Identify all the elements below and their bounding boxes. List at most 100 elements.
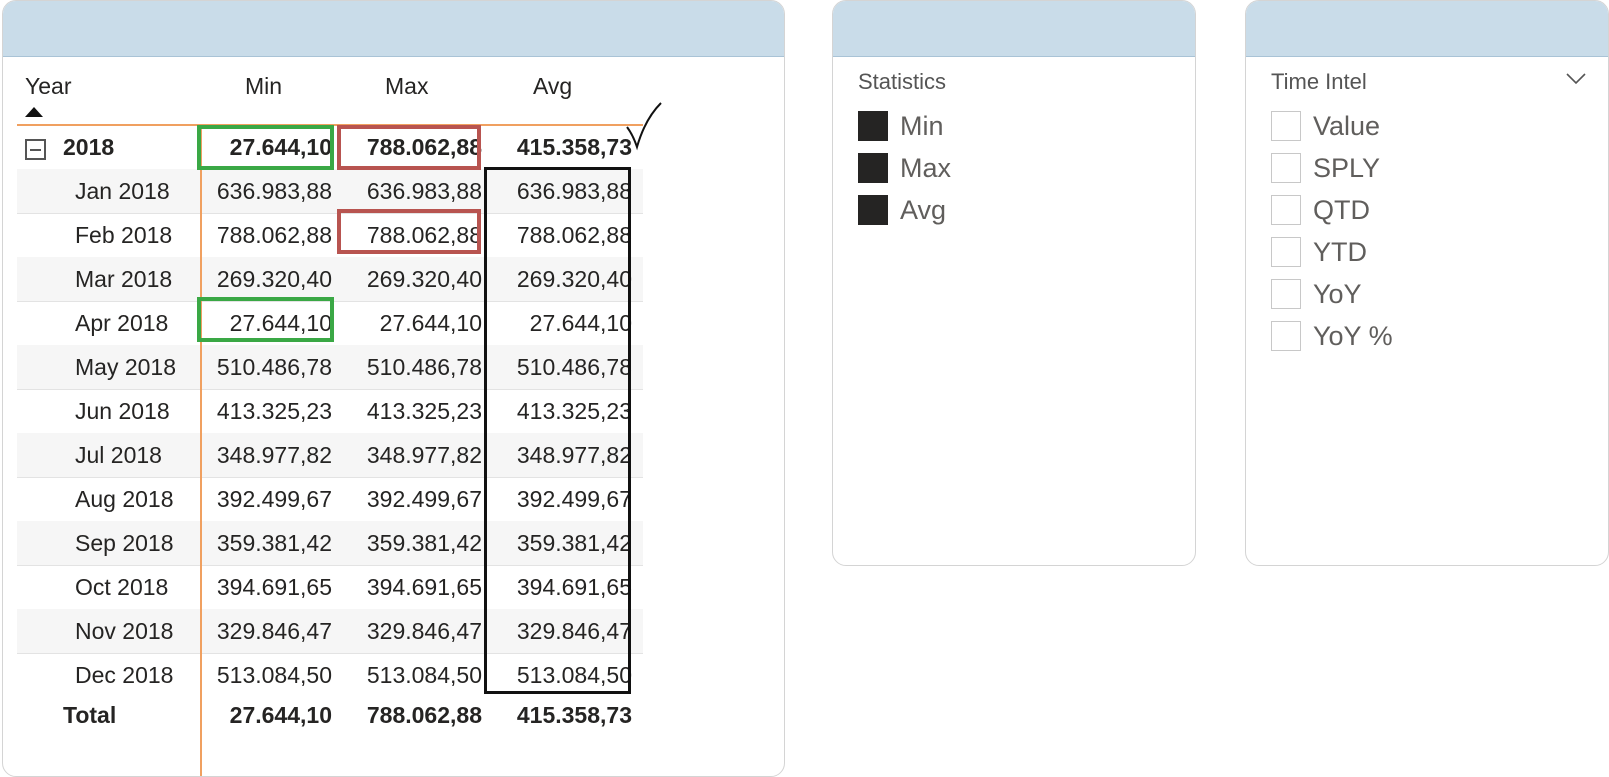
slicer-item-max[interactable]: Max [858,147,951,189]
table-row: Mar 2018 269.320,40 269.320,40 269.320,4… [17,257,643,302]
cell-min: 788.062,88 [216,222,332,248]
slicer-item-yoy-pct[interactable]: YoY % [1271,315,1393,357]
cell-min: 510.486,78 [216,354,332,380]
row-label: May 2018 [75,354,177,380]
chevron-down-icon[interactable] [1566,73,1586,85]
total-row: Total 27.644,10 788.062,88 415.358,73 [17,693,643,738]
slicer-item-sply[interactable]: SPLY [1271,147,1393,189]
cell-min: 329.846,47 [216,618,332,644]
checkbox-unchecked-icon[interactable] [1271,279,1301,309]
checkbox-checked-icon[interactable] [858,111,888,141]
table-row: Oct 2018 394.691,65 394.691,65 394.691,6… [17,565,643,610]
slicer-item-label: YoY % [1313,320,1393,351]
cell-min: 27.644,10 [229,702,332,728]
checkbox-unchecked-icon[interactable] [1271,321,1301,351]
cell-max: 329.846,47 [366,618,482,644]
table-row: Sep 2018 359.381,42 359.381,42 359.381,4… [17,521,643,566]
checkmark-icon [626,102,662,151]
cell-min: 636.983,88 [216,178,332,204]
cell-avg: 413.325,23 [516,398,632,424]
cell-min: 269.320,40 [216,266,332,292]
collapse-icon[interactable] [25,139,46,160]
slicer-item-qtd[interactable]: QTD [1271,189,1393,231]
cell-max: 359.381,42 [366,530,482,556]
matrix-visual: Year Min Max Avg 2018 27.644,10 788.062,… [2,0,785,777]
slicer-item-label: QTD [1313,194,1370,225]
slicer-header-bar [1246,1,1608,57]
cell-avg: 359.381,42 [516,530,632,556]
checkbox-checked-icon[interactable] [858,195,888,225]
cell-avg: 348.977,82 [516,442,632,468]
slicer-title: Time Intel [1271,69,1367,94]
matrix-header-bar [3,1,784,57]
slicer-header-bar [833,1,1195,57]
cell-avg: 513.084,50 [516,662,632,688]
checkbox-unchecked-icon[interactable] [1271,111,1301,141]
slicer-item-yoy[interactable]: YoY [1271,273,1393,315]
cell-avg: 27.644,10 [529,310,632,336]
slicer-item-value[interactable]: Value [1271,105,1393,147]
row-label: Mar 2018 [75,266,173,292]
table-row: Jul 2018 348.977,82 348.977,82 348.977,8… [17,433,643,478]
column-header-avg[interactable]: Avg [533,73,572,100]
cell-max: 348.977,82 [366,442,482,468]
slicer-item-label: YTD [1313,236,1367,267]
cell-avg: 415.358,73 [516,134,632,160]
checkbox-unchecked-icon[interactable] [1271,237,1301,267]
table-row: Nov 2018 329.846,47 329.846,47 329.846,4… [17,609,643,654]
row-label: Oct 2018 [75,574,169,600]
slicer-item-label: Min [900,110,944,141]
cell-min: 392.499,67 [216,486,332,512]
cell-min: 348.977,82 [216,442,332,468]
row-header-divider [200,124,202,776]
cell-max: 510.486,78 [366,354,482,380]
cell-max: 788.062,88 [366,134,482,160]
cell-min: 413.325,23 [216,398,332,424]
cell-avg: 510.486,78 [516,354,632,380]
cell-max: 788.062,88 [366,702,482,728]
cell-max: 788.062,88 [366,222,482,248]
cell-avg: 269.320,40 [516,266,632,292]
slicer-item-min[interactable]: Min [858,105,951,147]
checkbox-unchecked-icon[interactable] [1271,195,1301,225]
cell-avg: 636.983,88 [516,178,632,204]
table-row: Jun 2018 413.325,23 413.325,23 413.325,2… [17,389,643,434]
slicer-item-label: YoY [1313,278,1362,309]
row-label: 2018 [63,134,115,160]
slicer-item-label: Value [1313,110,1381,141]
cell-min: 513.084,50 [216,662,332,688]
matrix-column-headers: Year Min Max Avg [17,63,643,127]
slicer-item-ytd[interactable]: YTD [1271,231,1393,273]
year-row: 2018 27.644,10 788.062,88 415.358,73 [17,125,643,170]
slicer-items: Min Max Avg [858,105,951,231]
cell-max: 27.644,10 [379,310,482,336]
checkbox-checked-icon[interactable] [858,153,888,183]
column-header-year[interactable]: Year [25,73,71,100]
row-label: Jan 2018 [75,178,170,204]
cell-min: 27.644,10 [229,134,332,160]
slicer-title: Statistics [858,69,947,94]
slicer-items: Value SPLY QTD YTD YoY YoY % [1271,105,1393,357]
column-header-max[interactable]: Max [385,73,428,100]
cell-max: 636.983,88 [366,178,482,204]
cell-max: 269.320,40 [366,266,482,292]
cell-min: 27.644,10 [229,310,332,336]
table-row: Dec 2018 513.084,50 513.084,50 513.084,5… [17,653,643,698]
slicer-item-avg[interactable]: Avg [858,189,951,231]
header-divider [17,124,643,126]
cell-min: 394.691,65 [216,574,332,600]
table-row: May 2018 510.486,78 510.486,78 510.486,7… [17,345,643,390]
cell-max: 513.084,50 [366,662,482,688]
row-label: Aug 2018 [75,486,174,512]
cell-avg: 415.358,73 [516,702,632,728]
column-header-min[interactable]: Min [245,73,282,100]
statistics-slicer: Statistics Min Max Avg [832,0,1196,566]
table-row: Aug 2018 392.499,67 392.499,67 392.499,6… [17,477,643,522]
cell-avg: 329.846,47 [516,618,632,644]
slicer-item-label: SPLY [1313,152,1381,183]
table-row: Apr 2018 27.644,10 27.644,10 27.644,10 [17,301,643,346]
sort-ascending-icon[interactable] [25,107,43,117]
checkbox-unchecked-icon[interactable] [1271,153,1301,183]
row-label: Jun 2018 [75,398,170,424]
row-label: Jul 2018 [75,442,162,468]
